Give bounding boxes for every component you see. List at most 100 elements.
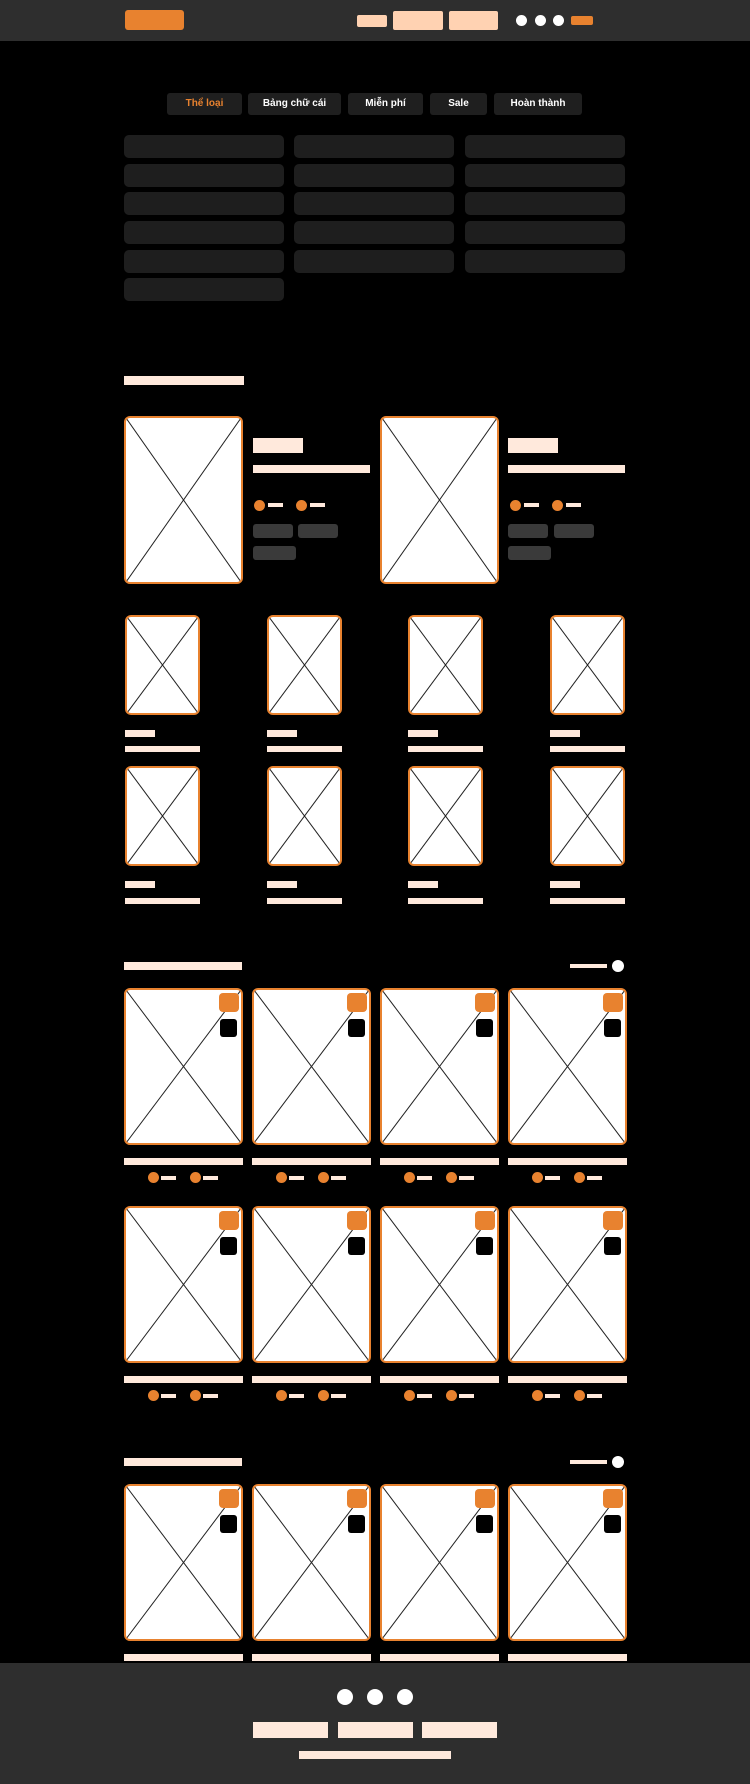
- featured-subtitle-1: [253, 465, 370, 473]
- featured-title-1[interactable]: [253, 438, 303, 453]
- genre-tag[interactable]: [298, 524, 338, 538]
- book-card-cover[interactable]: [124, 1206, 243, 1363]
- book-card-cover[interactable]: [252, 1206, 371, 1363]
- stat-text: [417, 1176, 432, 1180]
- stat-text: [203, 1176, 218, 1180]
- badge-orange: [219, 1211, 239, 1230]
- tab-sale[interactable]: Sale: [430, 93, 487, 115]
- footer-link-1[interactable]: [253, 1722, 328, 1738]
- footer-social-icon-3[interactable]: [397, 1689, 413, 1705]
- footer-social-icon-1[interactable]: [337, 1689, 353, 1705]
- circle-icon: [532, 1172, 543, 1183]
- tab-the-loai[interactable]: Thể loại: [167, 93, 242, 115]
- book-cover-small[interactable]: [125, 766, 200, 866]
- genre-tag[interactable]: [554, 524, 594, 538]
- book-title: [267, 881, 297, 888]
- book-cover-small[interactable]: [267, 615, 342, 715]
- book-card-cover[interactable]: [508, 1206, 627, 1363]
- circle-icon: [404, 1390, 415, 1401]
- category-item[interactable]: [294, 164, 454, 187]
- header-link-3[interactable]: [449, 11, 498, 30]
- header-login-button[interactable]: [571, 16, 593, 25]
- book-card-cover[interactable]: [380, 1484, 499, 1641]
- genre-tag[interactable]: [253, 546, 296, 560]
- image-placeholder-icon: [510, 1208, 625, 1361]
- book-card-cover[interactable]: [508, 988, 627, 1145]
- toggle-icon[interactable]: [612, 1456, 624, 1468]
- book-cover-small[interactable]: [550, 615, 625, 715]
- stat-text: [459, 1176, 474, 1180]
- book-cover-small[interactable]: [408, 766, 483, 866]
- toggle-icon[interactable]: [612, 960, 624, 972]
- tab-bang-chu-cai[interactable]: Bảng chữ cái: [248, 93, 341, 115]
- stat-text: [161, 1176, 176, 1180]
- book-card-cover[interactable]: [124, 1484, 243, 1641]
- book-card-cover[interactable]: [252, 988, 371, 1145]
- badge-black: [604, 1237, 621, 1255]
- category-item[interactable]: [124, 221, 284, 244]
- header-link-1[interactable]: [357, 15, 387, 27]
- book-card-cover[interactable]: [252, 1484, 371, 1641]
- tab-hoan-thanh[interactable]: Hoàn thành: [494, 93, 582, 115]
- genre-tag[interactable]: [508, 546, 551, 560]
- badge-black: [476, 1515, 493, 1533]
- category-item[interactable]: [465, 192, 625, 215]
- book-cover-small[interactable]: [408, 615, 483, 715]
- category-item[interactable]: [465, 221, 625, 244]
- category-item[interactable]: [465, 164, 625, 187]
- stat-text: [587, 1176, 602, 1180]
- section-see-more[interactable]: [570, 1460, 607, 1464]
- header-circle-icon-3[interactable]: [553, 15, 564, 26]
- book-subtitle: [267, 746, 342, 752]
- featured-cover-1[interactable]: [124, 416, 243, 584]
- category-item[interactable]: [465, 135, 625, 158]
- category-item[interactable]: [124, 164, 284, 187]
- category-item[interactable]: [124, 192, 284, 215]
- genre-tag[interactable]: [508, 524, 548, 538]
- stat-text: [289, 1394, 304, 1398]
- book-card-cover[interactable]: [124, 988, 243, 1145]
- header-circle-icon-2[interactable]: [535, 15, 546, 26]
- book-card-cover[interactable]: [380, 988, 499, 1145]
- footer-copyright: [299, 1751, 451, 1759]
- category-item[interactable]: [294, 135, 454, 158]
- genre-tag[interactable]: [253, 524, 293, 538]
- book-cover-small[interactable]: [267, 766, 342, 866]
- book-card-cover[interactable]: [380, 1206, 499, 1363]
- section-see-more[interactable]: [570, 964, 607, 968]
- category-item[interactable]: [294, 192, 454, 215]
- section-title-featured: [124, 376, 244, 385]
- category-item[interactable]: [124, 135, 284, 158]
- header-circle-icon-1[interactable]: [516, 15, 527, 26]
- logo[interactable]: [125, 10, 184, 30]
- image-placeholder-icon: [254, 1486, 369, 1639]
- category-item[interactable]: [124, 250, 284, 273]
- stat-text: [161, 1394, 176, 1398]
- circle-icon: [148, 1172, 159, 1183]
- stat-text: [289, 1176, 304, 1180]
- footer-link-2[interactable]: [338, 1722, 413, 1738]
- stat-text: [203, 1394, 218, 1398]
- image-placeholder-icon: [510, 990, 625, 1143]
- circle-icon: [254, 500, 265, 511]
- category-item[interactable]: [294, 221, 454, 244]
- book-cover-small[interactable]: [125, 615, 200, 715]
- stat-text: [331, 1176, 346, 1180]
- featured-title-2[interactable]: [508, 438, 558, 453]
- book-card-cover[interactable]: [508, 1484, 627, 1641]
- header-link-2[interactable]: [393, 11, 443, 30]
- book-title: [252, 1376, 371, 1383]
- book-cover-small[interactable]: [550, 766, 625, 866]
- circle-icon: [190, 1390, 201, 1401]
- badge-orange: [347, 993, 367, 1012]
- stat-text: [417, 1394, 432, 1398]
- featured-cover-2[interactable]: [380, 416, 499, 584]
- tab-mien-phi[interactable]: Miễn phí: [348, 93, 423, 115]
- badge-orange: [475, 1489, 495, 1508]
- footer-social-icon-2[interactable]: [367, 1689, 383, 1705]
- circle-icon: [276, 1172, 287, 1183]
- category-item[interactable]: [294, 250, 454, 273]
- footer-link-3[interactable]: [422, 1722, 497, 1738]
- category-item[interactable]: [124, 278, 284, 301]
- category-item[interactable]: [465, 250, 625, 273]
